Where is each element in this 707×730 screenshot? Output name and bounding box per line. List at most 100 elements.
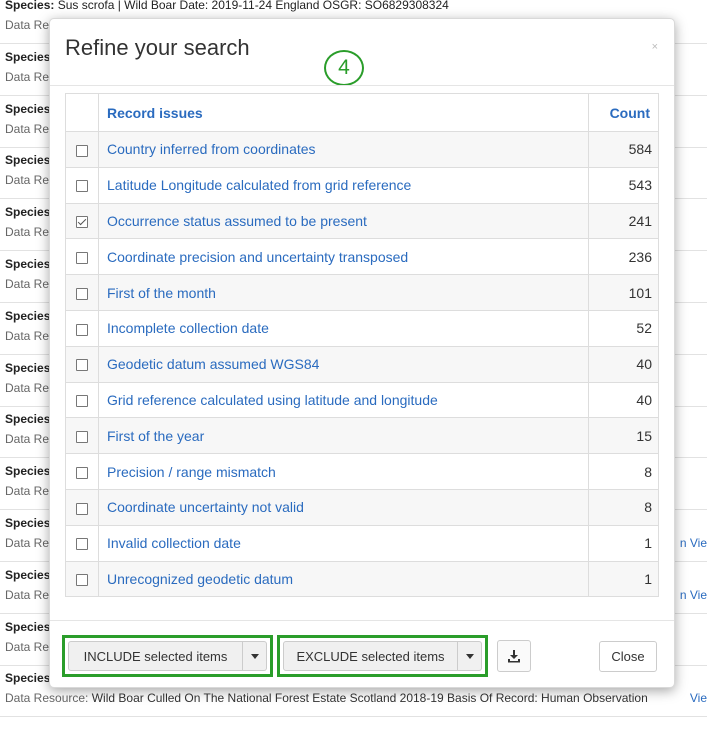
table-row[interactable]: Occurrence status assumed to be present 2… [65,202,659,240]
table-row[interactable]: Geodetic datum assumed WGS84 40 [65,345,659,383]
issue-link[interactable]: First of the year [98,417,589,455]
table-row[interactable]: First of the month 101 [65,274,659,311]
include-button-group: INCLUDE selected items [68,641,267,671]
table-row[interactable]: Grid reference calculated using latitude… [65,381,659,419]
data-resource-line: Data Re [5,18,49,32]
species-label: Species [5,412,51,427]
close-button[interactable]: Close [599,641,657,672]
divider [50,620,674,621]
checkbox[interactable] [76,359,88,372]
header-count[interactable]: Count [588,93,659,132]
checkbox-cell [65,131,99,168]
checkbox-cell [65,202,99,240]
view-link[interactable]: Vie [690,691,707,705]
table-row[interactable]: Precision / range mismatch 8 [65,453,659,490]
checkbox[interactable] [76,323,88,336]
checkbox[interactable] [76,538,88,551]
close-icon[interactable]: × [652,41,658,53]
checkbox[interactable] [76,431,88,444]
checkbox[interactable] [76,144,88,157]
download-button[interactable] [497,640,531,672]
species-line: Species [5,309,50,323]
table-row[interactable]: Coordinate precision and uncertainty tra… [65,238,659,276]
checkbox-cell [65,453,99,490]
issue-count: 52 [588,309,659,347]
checkbox-checked[interactable] [76,216,88,229]
include-dropdown-toggle[interactable] [243,641,267,671]
data-resource-label: Data Re [5,639,50,654]
checkbox-cell [65,166,99,204]
view-link[interactable]: n Vie [680,536,707,550]
data-resource-line: Data Re [5,381,49,395]
issue-count: 1 [588,524,659,562]
data-resource-line: Data Re [5,536,49,550]
issue-link[interactable]: Incomplete collection date [98,309,589,347]
issue-count: 8 [588,453,659,490]
data-resource-line: Data Re [5,640,49,654]
checkbox[interactable] [76,252,88,265]
checkbox[interactable] [76,502,88,515]
issue-link[interactable]: Unrecognized geodetic datum [98,560,589,598]
data-resource-label: Data Re [5,484,50,499]
table-row[interactable]: Invalid collection date 1 [65,524,659,562]
data-resource-line: Data Re [5,277,49,291]
issue-link[interactable]: Invalid collection date [98,524,589,562]
species-line: Species [5,361,50,375]
issue-link[interactable]: Occurrence status assumed to be present [98,202,589,240]
include-selected-button[interactable]: INCLUDE selected items [68,641,243,671]
data-resource-label: Data Re [5,277,50,291]
species-label: Species [5,567,51,582]
data-resource-label: Data Resource: [5,691,89,706]
issue-count: 8 [588,488,659,526]
species-line: Species [5,205,50,219]
table-row[interactable]: First of the year 15 [65,417,659,455]
checkbox-cell [65,560,99,598]
issue-link[interactable]: Coordinate uncertainty not valid [98,488,589,526]
species-label: Species [5,516,51,530]
species-line: Species [5,412,50,426]
data-resource-label: Data Re [5,536,50,550]
species-label: Species [5,619,51,634]
data-resource-label: Data Re [5,69,50,84]
table-row[interactable]: Coordinate uncertainty not valid 8 [65,488,659,526]
caret-down-icon [250,653,259,659]
species-value: Sus scrofa | Wild Boar Date: 2019-11-24 … [57,0,449,12]
issue-link[interactable]: Grid reference calculated using latitude… [98,381,589,419]
header-check-cell [65,93,99,132]
table-header-row: Record issues Count [65,93,659,132]
species-line: Species [5,50,50,64]
table-row[interactable]: Country inferred from coordinates 584 [65,131,659,168]
species-line: Species [5,620,50,634]
checkbox-cell [65,381,99,419]
data-resource-line: Data Resource: Wild Boar Culled On The N… [5,691,648,705]
checkbox[interactable] [76,287,88,300]
issue-link[interactable]: Geodetic datum assumed WGS84 [98,345,589,383]
exclude-dropdown-toggle[interactable] [458,641,482,671]
table-row[interactable]: Unrecognized geodetic datum 1 [65,560,659,598]
issue-link[interactable]: Latitude Longitude calculated from grid … [98,166,589,204]
checkbox-cell [65,309,99,347]
species-label: Species [5,308,51,323]
checkbox-cell [65,274,99,311]
table-row[interactable]: Incomplete collection date 52 [65,309,659,347]
issue-link[interactable]: Coordinate precision and uncertainty tra… [98,238,589,276]
checkbox[interactable] [76,466,88,479]
issue-link[interactable]: Country inferred from coordinates [98,131,589,168]
header-record-issues[interactable]: Record issues [98,93,589,132]
checkbox[interactable] [76,395,88,408]
species-label: Species [5,49,51,64]
checkbox-cell [65,417,99,455]
issue-link[interactable]: Precision / range mismatch [98,453,589,490]
exclude-selected-button[interactable]: EXCLUDE selected items [283,641,458,671]
species-label: Species [5,257,51,271]
checkbox[interactable] [76,180,88,193]
step-badge: 4 [324,50,364,86]
species-line: Species [5,464,50,478]
table-row[interactable]: Latitude Longitude calculated from grid … [65,166,659,204]
checkbox[interactable] [76,574,88,587]
issue-link[interactable]: First of the month [98,274,589,311]
divider [50,85,674,86]
view-link[interactable]: n Vie [680,588,707,602]
checkbox-cell [65,345,99,383]
species-label: Species [5,671,51,686]
